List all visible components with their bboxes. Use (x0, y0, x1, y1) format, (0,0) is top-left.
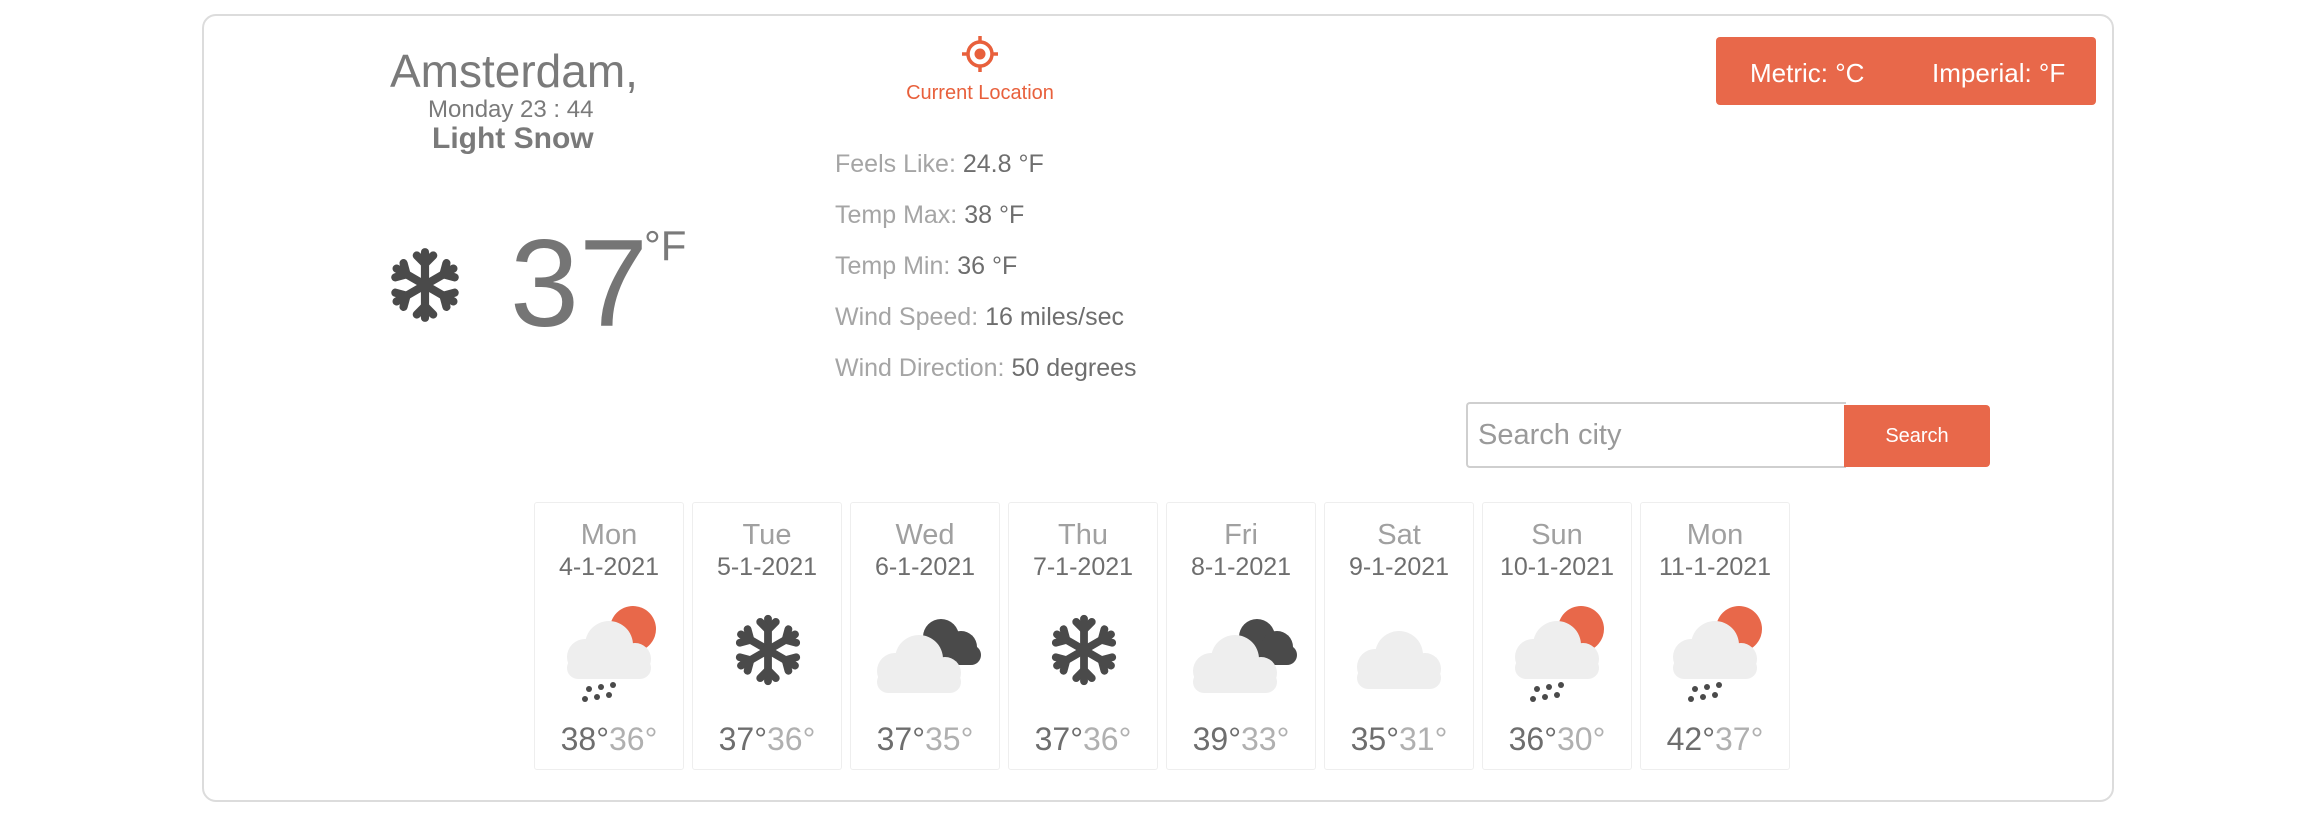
forecast-max: 37° (876, 721, 925, 757)
snowflake-icon (705, 595, 831, 705)
forecast-date: 4-1-2021 (558, 553, 660, 581)
forecast-day[interactable]: Mon 11-1-2021 42°37° (1640, 502, 1790, 770)
forecast-temps: 37°36° (693, 721, 841, 758)
detail-value: 38 °F (964, 201, 1025, 229)
forecast-temps: 38°36° (535, 721, 683, 758)
forecast-max: 36° (1508, 721, 1557, 757)
forecast-max: 35° (1350, 721, 1399, 757)
forecast-day[interactable]: Sat 9-1-2021 35°31° (1324, 502, 1474, 770)
metric-button[interactable]: Metric: °C (1750, 58, 1864, 89)
forecast-max: 38° (560, 721, 609, 757)
forecast-min: 37° (1715, 721, 1764, 757)
dark-clouds-icon (1193, 619, 1297, 693)
current-location-label: Current Location (906, 82, 1054, 104)
sun-cloud-rain-icon (1673, 606, 1762, 702)
forecast-day[interactable]: Wed 6-1-2021 37°35° (850, 502, 1000, 770)
forecast-min: 36° (767, 721, 816, 757)
forecast-day-name: Fri (1224, 519, 1258, 551)
forecast-max: 39° (1192, 721, 1241, 757)
detail-value: 24.8 °F (962, 150, 1044, 178)
imperial-button[interactable]: Imperial: °F (1932, 58, 2065, 89)
forecast-temps: 36°30° (1483, 721, 1631, 758)
temperature-unit: °F (644, 222, 687, 269)
forecast-date: 8-1-2021 (1190, 553, 1292, 581)
forecast-date: 9-1-2021 (1348, 553, 1450, 581)
current-temperature: 37 (510, 215, 648, 353)
forecast-date: 5-1-2021 (716, 553, 818, 581)
cloud-icon (1357, 631, 1441, 689)
detail-value: 16 miles/sec (985, 303, 1125, 331)
detail-label: Temp Min: (835, 252, 951, 280)
forecast-max: 37° (718, 721, 767, 757)
forecast-max: 37° (1034, 721, 1083, 757)
weather-condition: Light Snow (432, 122, 594, 155)
forecast-min: 36° (609, 721, 658, 757)
dark-clouds-icon (877, 619, 981, 693)
sun-cloud-rain-icon (1515, 606, 1604, 702)
detail-label: Wind Speed: (835, 303, 979, 331)
unit-toggle: Metric: °C Imperial: °F (1716, 37, 2096, 105)
forecast-min: 36° (1083, 721, 1132, 757)
forecast-min: 31° (1399, 721, 1448, 757)
sun-cloud-rain-icon (567, 606, 656, 702)
forecast-temps: 37°35° (851, 721, 999, 758)
forecast-date: 10-1-2021 (1500, 553, 1614, 581)
forecast-day[interactable]: Sun 10-1-2021 36°30° (1482, 502, 1632, 770)
forecast-date: 11-1-2021 (1658, 553, 1772, 581)
forecast-day-name: Mon (1686, 519, 1744, 551)
forecast-temps: 37°36° (1009, 721, 1157, 758)
current-datetime: Monday 23 : 44 (428, 96, 594, 123)
current-location-button[interactable]: Current Location (880, 30, 1080, 114)
forecast-day[interactable]: Tue 5-1-2021 37°36° (692, 502, 842, 770)
forecast-day-name: Tue (742, 519, 792, 551)
detail-value: 50 degrees (1011, 354, 1137, 382)
forecast-temps: 39°33° (1167, 721, 1315, 758)
forecast-temps: 35°31° (1325, 721, 1473, 758)
detail-label: Temp Max: (835, 201, 958, 229)
detail-value: 36 °F (957, 252, 1018, 280)
forecast-day-name: Thu (1058, 519, 1108, 551)
detail-feels-like: Feels Like: 24.8 °F (835, 150, 1137, 201)
detail-wind-speed: Wind Speed: 16 miles/sec (835, 303, 1137, 354)
forecast-day-name: Sat (1377, 519, 1421, 551)
detail-temp-max: Temp Max: 38 °F (835, 201, 1137, 252)
forecast-day-name: Mon (580, 519, 638, 551)
detail-wind-direction: Wind Direction: 50 degrees (835, 354, 1137, 405)
forecast-day[interactable]: Thu 7-1-2021 37°36° (1008, 502, 1158, 770)
forecast-day[interactable]: Fri 8-1-2021 39°33° (1166, 502, 1316, 770)
detail-label: Feels Like: (835, 150, 956, 178)
forecast-temps: 42°37° (1641, 721, 1789, 758)
forecast-date: 7-1-2021 (1032, 553, 1134, 581)
forecast-day[interactable]: Mon 4-1-2021 38°36° (534, 502, 684, 770)
city-name: Amsterdam, (390, 45, 638, 97)
forecast-min: 33° (1241, 721, 1290, 757)
snowflake-icon (384, 244, 466, 326)
forecast-date: 6-1-2021 (874, 553, 976, 581)
snowflake-icon (1021, 595, 1147, 705)
search-button[interactable]: Search (1844, 405, 1990, 467)
weather-details: Feels Like: 24.8 °F Temp Max: 38 °F Temp… (835, 150, 1137, 405)
forecast-min: 35° (925, 721, 974, 757)
forecast-day-name: Sun (1531, 519, 1583, 551)
detail-label: Wind Direction: (835, 354, 1005, 382)
forecast-day-name: Wed (895, 519, 955, 551)
forecast-max: 42° (1666, 721, 1715, 757)
detail-temp-min: Temp Min: 36 °F (835, 252, 1137, 303)
search-input[interactable] (1466, 402, 1846, 468)
crosshair-icon (962, 36, 998, 72)
forecast-min: 30° (1557, 721, 1606, 757)
